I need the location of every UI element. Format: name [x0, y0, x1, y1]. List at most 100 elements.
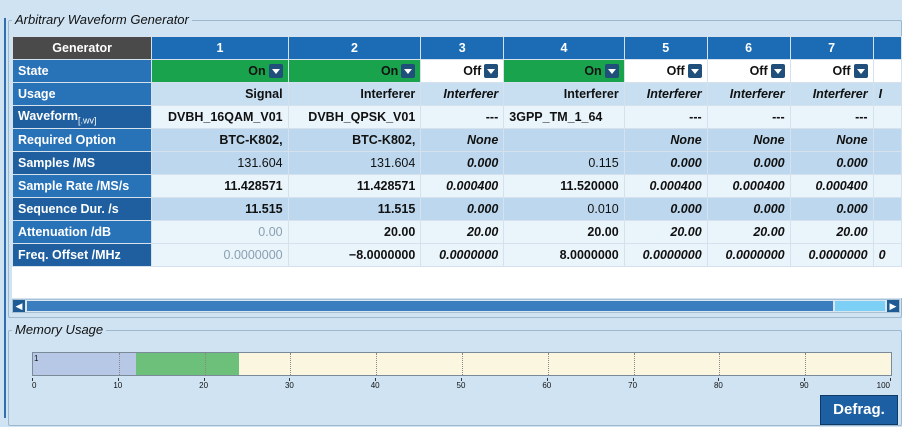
- waveform-cell-2[interactable]: DVBH_QPSK_V01: [287, 105, 422, 129]
- sequence-dur-cell-6: 0.000: [706, 197, 791, 221]
- attenuation-cell-3[interactable]: 20.00: [420, 220, 505, 244]
- freq-offset-cell-1[interactable]: 0.0000000: [151, 243, 289, 267]
- column-header-7[interactable]: 7: [789, 36, 874, 60]
- waveform-cell-partial: [872, 105, 902, 129]
- usage-cell-7[interactable]: Interferer: [789, 82, 874, 106]
- chevron-down-icon: [268, 64, 283, 78]
- memory-tick-label: 90: [799, 381, 809, 390]
- scrollbar-track[interactable]: [835, 301, 885, 311]
- usage-cell-partial: I: [872, 82, 902, 106]
- sample-rate-cell-2[interactable]: 11.428571: [287, 174, 422, 198]
- freq-offset-row: Freq. Offset /MHz 0.0000000 −8.0000000 0…: [12, 243, 902, 267]
- defrag-button[interactable]: Defrag.: [820, 395, 898, 425]
- sequence-dur-row: Sequence Dur. /s 11.515 11.515 0.000 0.0…: [12, 197, 902, 221]
- freq-offset-cell-2[interactable]: −8.0000000: [287, 243, 422, 267]
- sample-rate-cell-7[interactable]: 0.000400: [789, 174, 874, 198]
- chevron-down-icon: [770, 64, 785, 78]
- attenuation-cell-6[interactable]: 20.00: [706, 220, 791, 244]
- usage-cell-2[interactable]: Interferer: [287, 82, 422, 106]
- column-header-6[interactable]: 6: [706, 36, 791, 60]
- scroll-right-icon[interactable]: ▶: [887, 300, 899, 312]
- memory-tick-label: 80: [713, 381, 723, 390]
- state-select-7[interactable]: Off: [789, 59, 874, 83]
- state-row: State On On Off On Off Off Off: [12, 59, 902, 83]
- column-header-2[interactable]: 2: [287, 36, 422, 60]
- row-label-usage: Usage: [12, 82, 153, 106]
- sample-rate-cell-partial: [872, 174, 902, 198]
- chevron-down-icon: [401, 64, 416, 78]
- sample-rate-cell-5[interactable]: 0.000400: [623, 174, 708, 198]
- required-option-cell-4: [503, 128, 625, 152]
- freq-offset-cell-partial: 0: [872, 243, 902, 267]
- waveform-cell-3[interactable]: ---: [420, 105, 505, 129]
- attenuation-cell-4[interactable]: 20.00: [503, 220, 625, 244]
- memory-tick-label: 40: [370, 381, 380, 390]
- column-header-partial: [872, 36, 902, 60]
- waveform-cell-4[interactable]: 3GPP_TM_1_64: [503, 105, 625, 129]
- scrollbar-thumb[interactable]: [27, 301, 833, 311]
- waveform-cell-7[interactable]: ---: [789, 105, 874, 129]
- row-label-freq-offset: Freq. Offset /MHz: [12, 243, 153, 267]
- state-select-6[interactable]: Off: [706, 59, 791, 83]
- memory-gridline: [633, 353, 635, 375]
- sequence-dur-cell-5: 0.000: [623, 197, 708, 221]
- sequence-dur-cell-7: 0.000: [789, 197, 874, 221]
- usage-cell-3[interactable]: Interferer: [420, 82, 505, 106]
- memory-gridline: [805, 353, 807, 375]
- memory-tick-label: 0: [32, 381, 37, 390]
- header-row: Generator 1 2 3 4 5 6 7: [12, 36, 902, 60]
- horizontal-scrollbar[interactable]: ◀ ▶: [12, 299, 900, 313]
- state-select-3[interactable]: Off: [420, 59, 505, 83]
- generator-group-title: Arbitrary Waveform Generator: [12, 12, 192, 27]
- sample-rate-cell-4[interactable]: 11.520000: [503, 174, 625, 198]
- memory-tick-label: 10: [113, 381, 123, 390]
- column-header-4[interactable]: 4: [503, 36, 625, 60]
- state-select-1[interactable]: On: [151, 59, 289, 83]
- row-label-attenuation: Attenuation /dB: [12, 220, 153, 244]
- required-option-cell-5: None: [623, 128, 708, 152]
- sequence-dur-cell-3: 0.000: [420, 197, 505, 221]
- freq-offset-cell-6[interactable]: 0.0000000: [706, 243, 791, 267]
- freq-offset-cell-5[interactable]: 0.0000000: [623, 243, 708, 267]
- waveform-cell-1[interactable]: DVBH_16QAM_V01: [151, 105, 289, 129]
- usage-cell-1[interactable]: Signal: [151, 82, 289, 106]
- waveform-cell-6[interactable]: ---: [706, 105, 791, 129]
- memory-tick-label: 60: [542, 381, 552, 390]
- attenuation-cell-7[interactable]: 20.00: [789, 220, 874, 244]
- column-header-3[interactable]: 3: [420, 36, 505, 60]
- memory-tick-label: 70: [628, 381, 638, 390]
- usage-cell-5[interactable]: Interferer: [623, 82, 708, 106]
- sequence-dur-cell-4: 0.010: [503, 197, 625, 221]
- freq-offset-cell-7[interactable]: 0.0000000: [789, 243, 874, 267]
- state-select-4[interactable]: On: [503, 59, 625, 83]
- required-option-row: Required Option BTC-K802, BTC-K802, None…: [12, 128, 902, 152]
- column-header-5[interactable]: 5: [623, 36, 708, 60]
- usage-cell-4[interactable]: Interferer: [503, 82, 625, 106]
- sample-rate-cell-6[interactable]: 0.000400: [706, 174, 791, 198]
- row-label-waveform: Waveform[.wv]: [12, 105, 153, 129]
- scroll-left-icon[interactable]: ◀: [13, 300, 25, 312]
- state-value: Off: [666, 64, 685, 78]
- memory-segment: 1: [33, 353, 136, 375]
- state-select-5[interactable]: Off: [623, 59, 708, 83]
- samples-cell-2: 131.604: [287, 151, 422, 175]
- freq-offset-cell-4[interactable]: 8.0000000: [503, 243, 625, 267]
- freq-offset-cell-3[interactable]: 0.0000000: [420, 243, 505, 267]
- state-value: On: [584, 64, 602, 78]
- state-select-2[interactable]: On: [287, 59, 422, 83]
- sample-rate-cell-1[interactable]: 11.428571: [151, 174, 289, 198]
- samples-cell-5: 0.000: [623, 151, 708, 175]
- chevron-down-icon: [853, 64, 868, 78]
- usage-cell-6[interactable]: Interferer: [706, 82, 791, 106]
- attenuation-cell-1[interactable]: 0.00: [151, 220, 289, 244]
- attenuation-cell-5[interactable]: 20.00: [623, 220, 708, 244]
- row-label-samples: Samples /MS: [12, 151, 153, 175]
- chevron-down-icon: [484, 64, 499, 78]
- column-header-1[interactable]: 1: [151, 36, 289, 60]
- memory-usage-bar: 1: [32, 352, 892, 376]
- memory-gridline: [204, 353, 206, 375]
- row-label-state: State: [12, 59, 153, 83]
- sample-rate-cell-3[interactable]: 0.000400: [420, 174, 505, 198]
- waveform-cell-5[interactable]: ---: [623, 105, 708, 129]
- attenuation-cell-2[interactable]: 20.00: [287, 220, 422, 244]
